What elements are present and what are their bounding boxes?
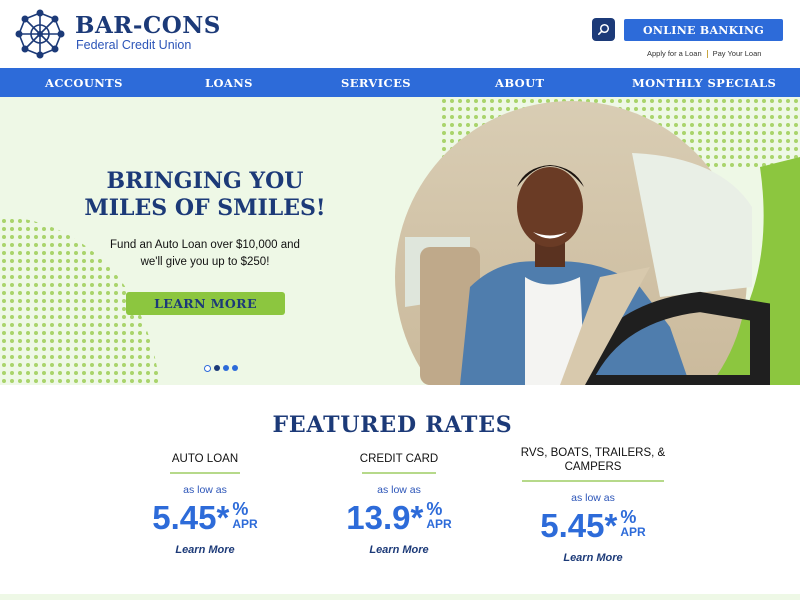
rate-apr: APR [620, 525, 646, 539]
rate-value: 5.45* % APR [518, 508, 668, 544]
rate-card-credit-card: CREDIT CARD as low as 13.9* % APR Learn M… [328, 452, 470, 556]
rate-divider [522, 480, 664, 482]
featured-rates-title: FEATURED RATES [272, 412, 513, 438]
hero-text-line1: Fund an Auto Loan over $10,000 and [110, 239, 300, 251]
rate-low-label: as low as [377, 484, 421, 496]
nav-item-loans[interactable]: LOANS [205, 68, 253, 97]
rate-percent: % [426, 499, 443, 519]
rate-number: 5.45* [152, 499, 230, 536]
learn-more-link[interactable]: Learn More [134, 544, 276, 556]
hero-description: Fund an Auto Loan over $10,000 and we'll… [95, 237, 315, 271]
rate-apr: APR [426, 517, 452, 531]
hero-title-line2: MILES OF SMILES! [84, 195, 326, 221]
learn-more-button[interactable]: LEARN MORE [126, 292, 285, 315]
brand-subtitle: Federal Credit Union [76, 38, 192, 52]
online-banking-button[interactable]: ONLINE BANKING [624, 19, 783, 41]
rate-number: 5.45* [540, 507, 618, 544]
learn-more-link[interactable]: Learn More [518, 552, 668, 564]
nav-item-services[interactable]: SERVICES [341, 68, 411, 97]
nav-item-accounts[interactable]: ACCOUNTS [45, 68, 123, 97]
learn-more-link[interactable]: Learn More [328, 544, 470, 556]
carousel-dots [204, 365, 238, 372]
site-header: BAR-CONS Federal Credit Union ONLINE BAN… [0, 0, 800, 68]
rate-value: 5.45* % APR [134, 500, 276, 536]
pay-loan-link[interactable]: Pay Your Loan [713, 49, 762, 58]
logo-icon[interactable] [14, 8, 66, 60]
rate-card-rvs-boats: RVS, BOATS, TRAILERS, & CAMPERS as low a… [518, 446, 668, 564]
hero-banner: BRINGING YOU MILES OF SMILES! Fund an Au… [0, 97, 800, 385]
rate-divider [170, 472, 240, 474]
rate-name: CREDIT CARD [359, 453, 439, 465]
rate-value: 13.9* % APR [328, 500, 470, 536]
rate-percent: % [620, 507, 637, 527]
brand-name[interactable]: BAR-CONS [75, 12, 221, 39]
footer-strip [0, 594, 800, 600]
carousel-dot[interactable] [223, 365, 229, 371]
search-button[interactable] [592, 18, 615, 41]
carousel-dot[interactable] [204, 365, 211, 372]
rate-apr: APR [232, 517, 258, 531]
divider [706, 49, 708, 58]
rate-low-label: as low as [183, 484, 227, 496]
nav-item-about[interactable]: ABOUT [495, 68, 544, 97]
header-sublinks: Apply for a Loan Pay Your Loan [647, 49, 761, 58]
rate-divider [362, 472, 436, 474]
nav-item-monthly-specials[interactable]: MONTHLY SPECIALS [632, 68, 776, 97]
carousel-dot[interactable] [214, 365, 220, 371]
hero-text-line2: we'll give you up to $250! [140, 256, 270, 268]
hero-title-line1: BRINGING YOU [106, 168, 304, 194]
apply-loan-link[interactable]: Apply for a Loan [647, 49, 702, 58]
rate-percent: % [232, 499, 249, 519]
rate-name: RVS, BOATS, TRAILERS, & CAMPERS [520, 447, 666, 473]
search-icon [597, 23, 610, 35]
rate-number: 13.9* [346, 499, 424, 536]
rate-card-auto-loan: AUTO LOAN as low as 5.45* % APR Learn Mor… [134, 452, 276, 556]
rate-name: AUTO LOAN [171, 453, 239, 465]
rate-low-label: as low as [571, 492, 615, 504]
carousel-dot[interactable] [232, 365, 238, 371]
hero-title: BRINGING YOU MILES OF SMILES! [80, 168, 330, 222]
main-nav: ACCOUNTS LOANS SERVICES ABOUT MONTHLY SP… [0, 68, 800, 97]
